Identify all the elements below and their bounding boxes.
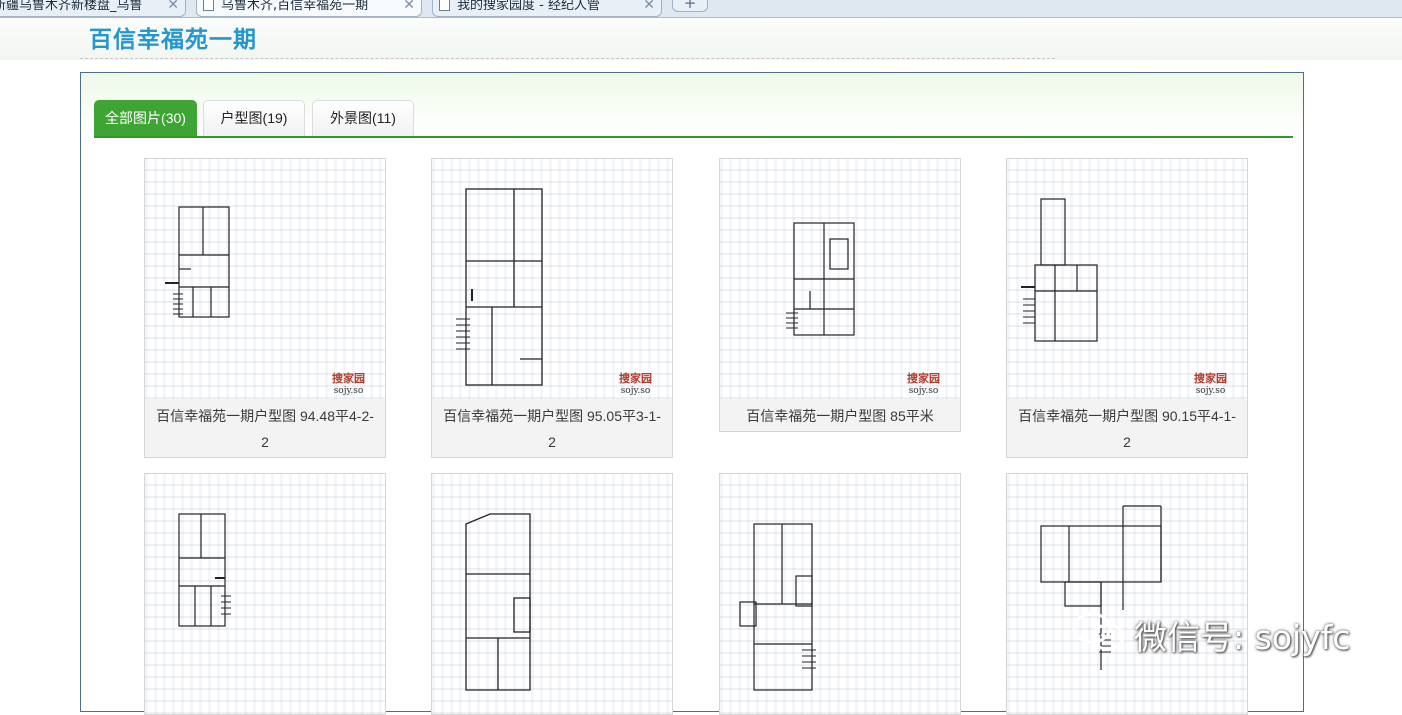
- tab-floor-plans[interactable]: 户型图(19): [203, 100, 305, 137]
- document-icon: [203, 0, 214, 11]
- document-icon: [439, 0, 450, 11]
- page-title: 百信幸福苑一期: [89, 26, 257, 53]
- watermark-domain: sojy.so: [1195, 386, 1226, 396]
- wechat-watermark: 微信号: sojyfc: [1070, 610, 1350, 658]
- floor-plan-drawing: [1021, 198, 1098, 342]
- gallery-item[interactable]: [1006, 473, 1248, 715]
- watermark: 搜家园 sojy.so: [907, 373, 940, 397]
- floor-plan-drawing: [786, 222, 855, 336]
- gallery-item-caption[interactable]: 百信幸福苑一期户型图 95.05平3-1-2: [432, 399, 672, 457]
- wechat-icon: [1070, 610, 1128, 660]
- floor-plan-thumbnail[interactable]: [720, 474, 960, 714]
- browser-tab-1[interactable]: 新疆乌鲁木齐新楼盘_乌鲁 ✕: [0, 0, 186, 17]
- watermark: 搜家园 sojy.so: [332, 373, 365, 397]
- close-icon[interactable]: ✕: [643, 0, 655, 14]
- gallery-item[interactable]: 搜家园 sojy.so 百信幸福苑一期户型图 94.48平4-2-2: [144, 158, 386, 458]
- gallery-item-caption[interactable]: 百信幸福苑一期户型图 90.15平4-1-2: [1007, 399, 1247, 457]
- wechat-id-text: 微信号: sojyfc: [1134, 618, 1351, 657]
- floor-plan-drawing: [456, 188, 543, 386]
- floor-plan-thumbnail[interactable]: [145, 474, 385, 714]
- watermark: 搜家园 sojy.so: [619, 373, 652, 397]
- gallery-item[interactable]: 搜家园 sojy.so 百信幸福苑一期户型图 90.15平4-1-2: [1006, 158, 1248, 458]
- gallery-item[interactable]: [144, 473, 386, 715]
- floor-plan-thumbnail[interactable]: 搜家园 sojy.so: [432, 159, 672, 399]
- tab-exterior-photos[interactable]: 外景图(11): [312, 100, 414, 137]
- floor-plan-thumbnail[interactable]: 搜家园 sojy.so: [720, 159, 960, 399]
- watermark-name: 搜家园: [619, 372, 652, 385]
- floor-plan-drawing: [739, 523, 816, 691]
- browser-tab-2-title: 乌鲁木齐,百信幸福苑一期: [221, 0, 369, 13]
- browser-tab-3-title: 我的搜家园度 - 经纪人管: [457, 0, 600, 13]
- watermark: 搜家园 sojy.so: [1194, 373, 1227, 397]
- watermark-domain: sojy.so: [333, 386, 364, 396]
- tabs-underline: [94, 136, 1293, 138]
- gallery-item-caption[interactable]: 百信幸福苑一期户型图 94.48平4-2-2: [145, 399, 385, 457]
- watermark-domain: sojy.so: [620, 386, 651, 396]
- new-tab-button[interactable]: +: [672, 0, 708, 12]
- gallery-item[interactable]: [719, 473, 961, 715]
- browser-tab-1-title: 新疆乌鲁木齐新楼盘_乌鲁: [0, 0, 143, 13]
- floor-plan-thumbnail[interactable]: [432, 474, 672, 714]
- watermark-domain: sojy.so: [908, 386, 939, 396]
- title-divider: [80, 58, 1055, 59]
- browser-tab-2[interactable]: 乌鲁木齐,百信幸福苑一期 ✕: [196, 0, 422, 17]
- gallery-item[interactable]: [431, 473, 673, 715]
- floor-plan-thumbnail[interactable]: [1007, 474, 1247, 714]
- watermark-name: 搜家园: [1194, 372, 1227, 385]
- tab-all-photos[interactable]: 全部图片(30): [94, 100, 197, 137]
- watermark-name: 搜家园: [332, 372, 365, 385]
- browser-tab-3[interactable]: 我的搜家园度 - 经纪人管 ✕: [432, 0, 662, 17]
- watermark-name: 搜家园: [907, 372, 940, 385]
- floor-plan-drawing: [165, 206, 230, 318]
- gallery-item[interactable]: 搜家园 sojy.so 百信幸福苑一期户型图 85平米: [719, 158, 961, 432]
- floor-plan-thumbnail[interactable]: 搜家园 sojy.so: [1007, 159, 1247, 399]
- floor-plan-thumbnail[interactable]: 搜家园 sojy.so: [145, 159, 385, 399]
- browser-tab-strip: 新疆乌鲁木齐新楼盘_乌鲁 ✕ 乌鲁木齐,百信幸福苑一期 ✕ 我的搜家园度 - 经…: [0, 0, 1402, 18]
- gallery-item[interactable]: 搜家园 sojy.so 百信幸福苑一期户型图 95.05平3-1-2: [431, 158, 673, 458]
- floor-plan-drawing: [178, 513, 231, 627]
- gallery-item-caption[interactable]: 百信幸福苑一期户型图 85平米: [720, 399, 960, 431]
- floor-plan-drawing: [465, 513, 531, 691]
- close-icon[interactable]: ✕: [403, 0, 415, 14]
- floor-plan-drawing: [1040, 505, 1162, 670]
- close-icon[interactable]: ✕: [167, 0, 179, 14]
